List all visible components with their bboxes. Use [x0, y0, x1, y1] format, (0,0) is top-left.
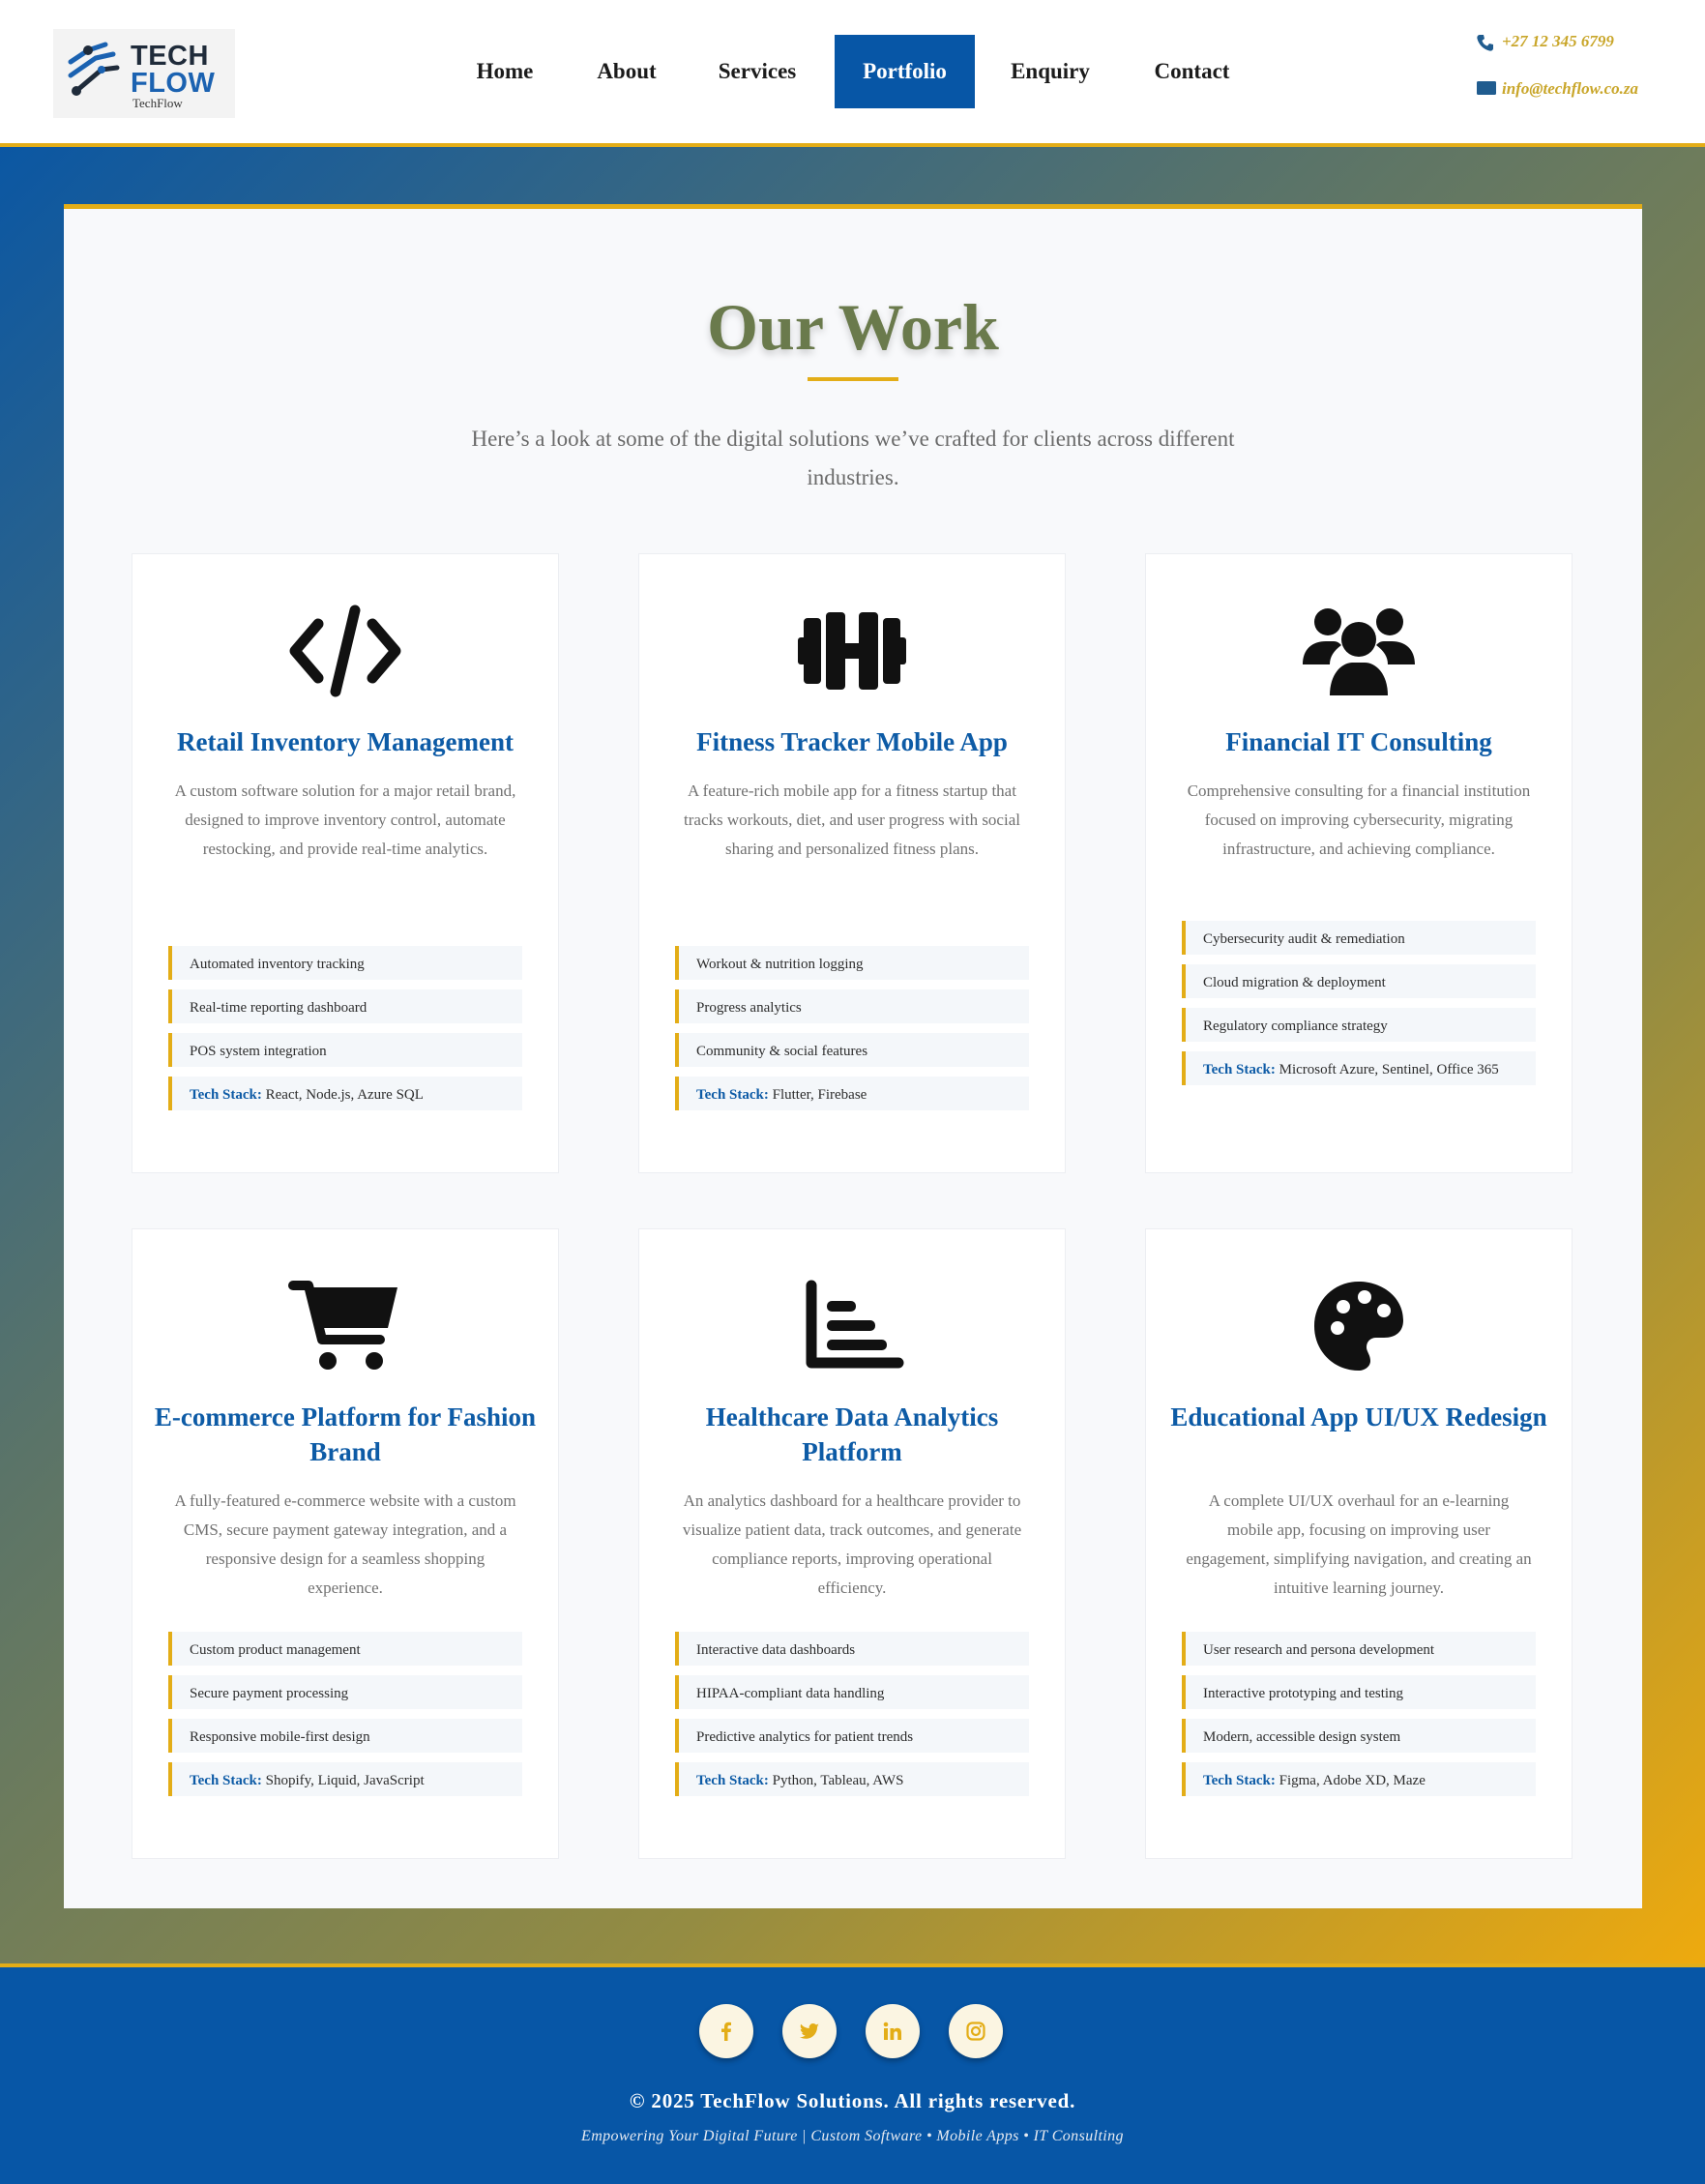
facebook-icon	[721, 2022, 731, 2041]
feature-item: Progress analytics	[675, 989, 1029, 1023]
tech-stack-value: React, Node.js, Azure SQL	[265, 1087, 424, 1103]
tech-stack-item: Tech Stack: Python, Tableau, AWS	[675, 1762, 1029, 1796]
tech-stack-label: Tech Stack:	[190, 1087, 262, 1103]
card-description: Comprehensive consulting for a financial…	[1187, 782, 1531, 858]
tech-stack-value: Python, Tableau, AWS	[772, 1773, 904, 1788]
feature-item: Responsive mobile-first design	[168, 1719, 522, 1753]
instagram-icon	[966, 2022, 985, 2041]
site-footer: © 2025 TechFlow Solutions. All rights re…	[0, 1963, 1705, 2184]
card-description: A fully-featured e-commerce website with…	[174, 1491, 516, 1597]
linkedin-icon	[883, 2022, 901, 2040]
tech-stack-item: Tech Stack: Shopify, Liquid, JavaScript	[168, 1762, 522, 1796]
nav-services[interactable]: Services	[704, 35, 810, 108]
logo-text-bottom: FLOW	[131, 68, 216, 99]
project-card-fitness[interactable]: Fitness Tracker Mobile App A feature-ric…	[638, 553, 1066, 1173]
nav-enquiry[interactable]: Enquiry	[997, 35, 1103, 108]
feature-item: Regulatory compliance strategy	[1182, 1008, 1536, 1042]
tech-stack-label: Tech Stack:	[696, 1087, 769, 1103]
logo-text-top: TECH	[131, 41, 209, 72]
email-text: info@techflow.co.za	[1502, 79, 1639, 98]
twitter-link[interactable]	[782, 2004, 837, 2058]
feature-item: HIPAA-compliant data handling	[675, 1675, 1029, 1709]
tech-stack-value: Flutter, Firebase	[772, 1087, 867, 1103]
shopping-cart-icon	[288, 1281, 397, 1370]
feature-item: Predictive analytics for patient trends	[675, 1719, 1029, 1753]
phone-text: +27 12 345 6799	[1502, 32, 1614, 50]
feature-item: Cloud migration & deployment	[1182, 964, 1536, 998]
nav-contact[interactable]: Contact	[1141, 35, 1243, 108]
tech-stack-value: Figma, Adobe XD, Maze	[1279, 1773, 1426, 1788]
project-card-healthcare[interactable]: Healthcare Data Analytics Platform An an…	[638, 1228, 1066, 1859]
tech-stack-item: Tech Stack: Figma, Adobe XD, Maze	[1182, 1762, 1536, 1796]
tech-stack-value: Shopify, Liquid, JavaScript	[265, 1773, 425, 1788]
card-icon-wrap	[132, 1280, 558, 1372]
phone-icon	[1477, 35, 1493, 51]
intro-text: Here’s a look at some of the digital sol…	[471, 427, 1235, 489]
nav-about[interactable]: About	[578, 35, 675, 108]
card-description: A custom software solution for a major r…	[174, 782, 516, 858]
nav-home[interactable]: Home	[456, 35, 553, 108]
feature-item: Community & social features	[675, 1033, 1029, 1067]
users-icon	[1303, 608, 1415, 695]
feature-item: Workout & nutrition logging	[675, 946, 1029, 980]
page-title: Our Work	[707, 290, 999, 364]
feature-item: Modern, accessible design system	[1182, 1719, 1536, 1753]
logo[interactable]: TECH FLOW TechFlow	[53, 29, 235, 118]
feature-item: Interactive prototyping and testing	[1182, 1675, 1536, 1709]
card-title: Educational App UI/UX Redesign	[1170, 1402, 1547, 1431]
card-description: A complete UI/UX overhaul for an e-learn…	[1186, 1491, 1532, 1597]
card-icon-wrap	[132, 605, 558, 697]
nav-portfolio[interactable]: Portfolio	[835, 35, 975, 108]
facebook-link[interactable]	[699, 2004, 753, 2058]
feature-item: Custom product management	[168, 1632, 522, 1666]
palette-icon	[1314, 1282, 1403, 1371]
title-underline	[808, 377, 898, 381]
card-icon-wrap	[639, 605, 1065, 697]
card-title: Financial IT Consulting	[1225, 727, 1492, 756]
tech-stack-value: Microsoft Azure, Sentinel, Office 365	[1279, 1062, 1499, 1077]
copyright-text: © 2025 TechFlow Solutions. All rights re…	[629, 2089, 1076, 2112]
project-card-retail[interactable]: Retail Inventory Management A custom sof…	[132, 553, 559, 1173]
code-icon	[289, 605, 401, 697]
feature-item: POS system integration	[168, 1033, 522, 1067]
tech-stack-label: Tech Stack:	[1203, 1773, 1276, 1788]
card-title: Healthcare Data Analytics Platform	[705, 1402, 999, 1466]
card-icon-wrap	[639, 1280, 1065, 1372]
feature-item: Automated inventory tracking	[168, 946, 522, 980]
tech-stack-item: Tech Stack: Microsoft Azure, Sentinel, O…	[1182, 1051, 1536, 1085]
twitter-icon	[800, 2023, 819, 2039]
site-header: TECH FLOW TechFlow Home About Services P…	[0, 0, 1705, 147]
envelope-icon	[1477, 81, 1496, 95]
logo-subtext: TechFlow	[132, 96, 183, 110]
card-icon-wrap	[1146, 605, 1572, 697]
feature-item: Real-time reporting dashboard	[168, 989, 522, 1023]
card-icon-wrap	[1146, 1280, 1572, 1372]
portfolio-panel: Our Work Here’s a look at some of the di…	[64, 204, 1642, 1908]
card-title: Fitness Tracker Mobile App	[696, 727, 1008, 756]
card-title: Retail Inventory Management	[177, 727, 514, 756]
bar-chart-icon	[806, 1280, 904, 1369]
card-description: A feature-rich mobile app for a fitness …	[684, 782, 1020, 858]
instagram-link[interactable]	[949, 2004, 1003, 2058]
dumbbell-icon	[798, 612, 906, 690]
feature-item: User research and persona development	[1182, 1632, 1536, 1666]
tech-stack-label: Tech Stack:	[696, 1773, 769, 1788]
project-card-education[interactable]: Educational App UI/UX Redesign A complet…	[1145, 1228, 1573, 1859]
card-description: An analytics dashboard for a healthcare …	[682, 1491, 1022, 1597]
card-title: E-commerce Platform for Fashion Brand	[154, 1402, 537, 1466]
feature-item: Cybersecurity audit & remediation	[1182, 921, 1536, 955]
project-card-financial[interactable]: Financial IT Consulting Comprehensive co…	[1145, 553, 1573, 1173]
feature-item: Secure payment processing	[168, 1675, 522, 1709]
tech-stack-label: Tech Stack:	[1203, 1062, 1276, 1077]
footer-tagline: Empowering Your Digital Future | Custom …	[581, 2128, 1124, 2144]
tech-stack-item: Tech Stack: React, Node.js, Azure SQL	[168, 1077, 522, 1110]
tech-stack-item: Tech Stack: Flutter, Firebase	[675, 1077, 1029, 1110]
logo-mark-icon	[68, 42, 120, 96]
linkedin-link[interactable]	[866, 2004, 920, 2058]
project-card-ecommerce[interactable]: E-commerce Platform for Fashion Brand A …	[132, 1228, 559, 1859]
feature-item: Interactive data dashboards	[675, 1632, 1029, 1666]
tech-stack-label: Tech Stack:	[190, 1773, 262, 1788]
